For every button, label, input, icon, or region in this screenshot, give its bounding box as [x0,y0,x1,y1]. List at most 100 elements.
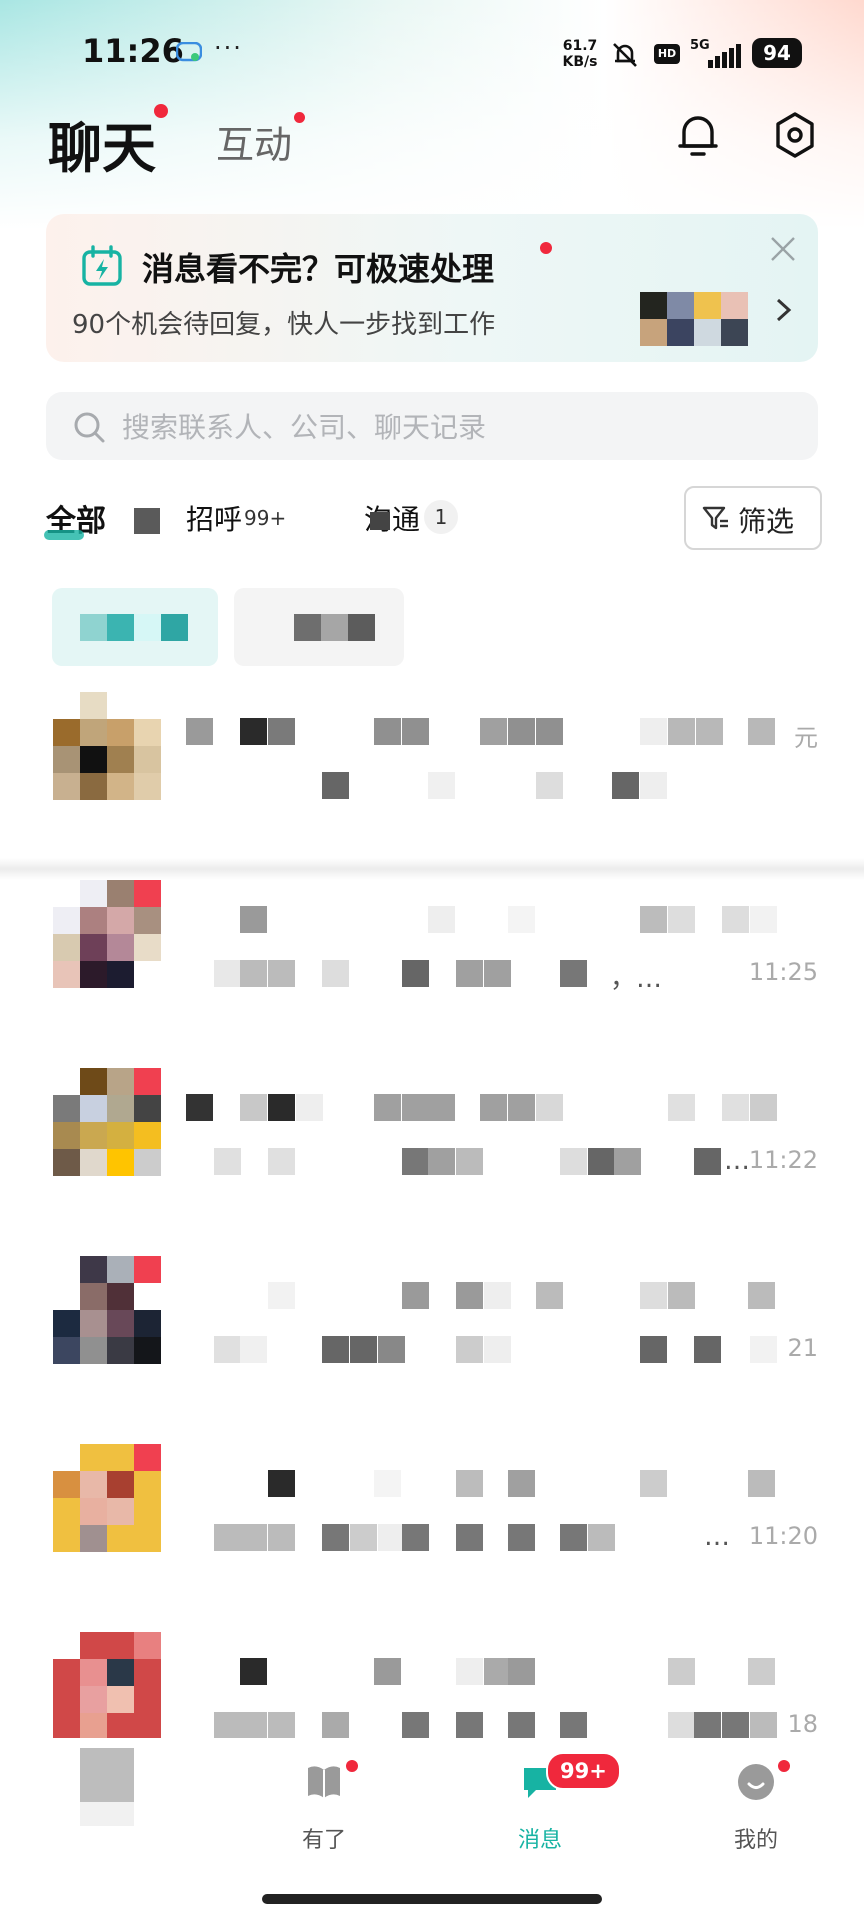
quick-filter-chip[interactable] [52,588,218,666]
redacted-text-mosaic [750,906,777,933]
chat-row[interactable]: 21 [0,1252,864,1412]
redacted-text-mosaic [378,1524,405,1551]
network-speed-unit: KB/s [562,54,598,70]
banner-subtitle: 90个机会待回复，快人一步找到工作 [72,310,496,340]
redacted-text-mosaic [508,1524,535,1551]
search-bar[interactable] [46,392,818,460]
hd-badge: HD [654,44,680,64]
redacted-text-mosaic [536,1282,563,1309]
tab-chat[interactable]: 聊天 [48,104,156,183]
banner-avatar-stack [640,292,748,346]
redacted-text-mosaic [614,1148,641,1175]
status-more-icon: ··· [214,34,243,62]
chevron-right-icon[interactable] [772,292,796,328]
redacted-text-mosaic [240,1094,267,1121]
redacted-text-mosaic [268,1282,295,1309]
filter-tab-communicate-count: 1 [424,500,458,534]
redacted-text-mosaic [668,906,695,933]
redacted-text-mosaic [508,1712,535,1739]
redacted-text-mosaic [214,1712,241,1739]
chat-row[interactable]: 11:20… [0,1440,864,1600]
avatar [53,1444,161,1552]
status-time: 11:26 [82,32,184,70]
redacted-text-mosaic [428,772,455,799]
redacted-text-mosaic [350,1524,377,1551]
avatar [53,1256,161,1364]
filter-button[interactable]: 筛选 [684,486,822,550]
redacted-text-mosaic [322,772,349,799]
redacted-text-mosaic [456,1282,483,1309]
redacted-text-mosaic [240,906,267,933]
redacted-text-mosaic [640,906,667,933]
redacted-text-mosaic [268,960,295,987]
settings-icon[interactable] [772,110,818,160]
redacted-text-mosaic [484,1658,511,1685]
signal-icon: 5G [690,38,742,68]
avatar [53,1632,161,1740]
redacted-text-mosaic [402,1148,429,1175]
book-icon [308,1766,340,1798]
redacted-text-mosaic [508,718,535,745]
search-icon [74,412,105,443]
redacted-text-mosaic [722,1094,749,1121]
redacted-text-mosaic [402,960,429,987]
redacted-text-mosaic [322,960,349,987]
redacted-text-mosaic [240,1524,267,1551]
redacted-text-mosaic [214,960,241,987]
search-input[interactable] [120,404,784,450]
chat-time: 18 [787,1710,818,1738]
chat-time: 11:20 [748,1522,818,1550]
redacted-text-mosaic [750,1336,777,1363]
filter-tab-greet[interactable]: 招呼 [186,498,242,538]
redacted-text-mosaic [456,1658,483,1685]
chip-mosaic [348,614,375,641]
redacted-text-mosaic [722,1712,749,1739]
banner-title: 消息看不完？可极速处理 [142,250,495,288]
redacted-text-mosaic [350,1336,377,1363]
redacted-text-mosaic [722,906,749,933]
redacted-text-mosaic [588,1148,615,1175]
redacted-text-mosaic [296,1094,323,1121]
redacted-text-mosaic [750,1712,777,1739]
redacted-text-mosaic [268,1524,295,1551]
avatar [53,880,161,988]
redacted-text-mosaic [536,772,563,799]
home-icon [80,1748,134,1802]
nav-item-messages[interactable]: 99+ 消息 [470,1748,621,1868]
mute-bell-icon [613,43,637,67]
redacted-text-mosaic [480,718,507,745]
section-divider [0,858,864,880]
chat-preview-ellipsis: ，… [610,964,663,994]
quick-filter-chip[interactable] [234,588,404,666]
redacted-text-mosaic [694,1148,721,1175]
chat-row[interactable]: 元 [0,688,864,848]
chat-row[interactable]: 11:25 ，… [0,876,864,1036]
quick-process-banner[interactable]: 消息看不完？可极速处理 90个机会待回复，快人一步找到工作 [46,214,818,362]
nav-item-mine[interactable]: 我的 [686,1748,826,1868]
chat-row[interactable]: 11:22… [0,1064,864,1224]
close-icon[interactable] [768,234,798,264]
home-indicator[interactable] [262,1894,602,1904]
redacted-text-mosaic [240,1658,267,1685]
redacted-text-mosaic [668,718,695,745]
redacted-text-mosaic [484,1336,511,1363]
tab-interact[interactable]: 互动 [216,114,292,169]
nav-item-home[interactable] [36,1748,176,1868]
chat-notification-icon [176,42,202,62]
redacted-text-mosaic [640,772,667,799]
bell-icon[interactable] [676,110,720,160]
redacted-text-mosaic [374,1094,401,1121]
filter-button-label: 筛选 [738,505,795,538]
redacted-text-mosaic [560,1148,587,1175]
nav-item-youle[interactable]: 有了 [254,1748,394,1868]
redacted-text-mosaic [640,718,667,745]
chip-mosaic [321,614,348,641]
redacted-text-mosaic [186,1094,213,1121]
redacted-text-mosaic [456,1712,483,1739]
redacted-text-mosaic [402,1094,429,1121]
redacted-text-mosaic [748,718,775,745]
redacted-text-mosaic [748,1470,775,1497]
redacted-text-mosaic [668,1282,695,1309]
redacted-text-mosaic [508,906,535,933]
filter-tab-mosaic [134,508,160,534]
